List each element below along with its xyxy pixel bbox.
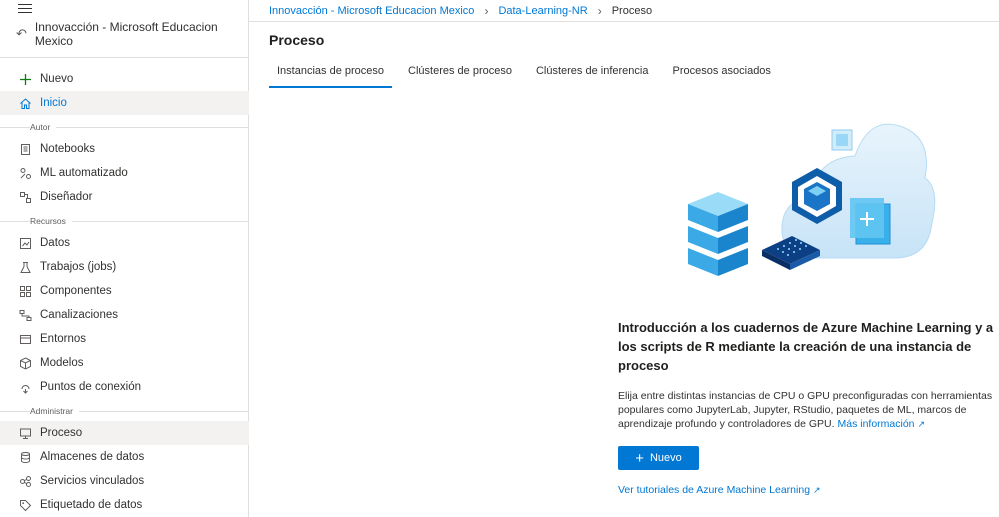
- empty-state-title: Introducción a los cuadernos de Azure Ma…: [618, 320, 994, 373]
- workspace-name: Innovacción - Microsoft Educacion Mexico: [34, 20, 218, 48]
- designer-icon: [18, 190, 32, 204]
- nav-datastores-label: Almacenes de datos: [40, 451, 145, 463]
- nav-endpoints-label: Puntos de conexión: [40, 381, 142, 393]
- tab-bar: Instancias de proceso Clústeres de proce…: [269, 58, 787, 88]
- nav-jobs[interactable]: Trabajos (jobs): [0, 255, 249, 279]
- breadcrumb: Innovacción - Microsoft Educacion Mexico…: [249, 0, 999, 22]
- nav-automl-label: ML automatizado: [40, 167, 128, 179]
- section-manage-label: Administrar: [30, 406, 79, 416]
- database-icon: [18, 450, 32, 464]
- external-link-icon: ↗: [813, 485, 821, 495]
- breadcrumb-current: Proceso: [611, 4, 653, 17]
- page-title: Proceso: [269, 32, 325, 48]
- tutorials-link[interactable]: Ver tutoriales de Azure Machine Learning…: [618, 484, 821, 496]
- nav-models-label: Modelos: [40, 357, 84, 369]
- more-info-link[interactable]: Más información: [837, 418, 914, 430]
- chevron-right-icon: ›: [597, 3, 602, 18]
- nav-compute-label: Proceso: [40, 427, 83, 439]
- notebook-icon: [18, 142, 32, 156]
- automl-icon: [18, 166, 32, 180]
- external-link-icon: ↗: [917, 419, 926, 429]
- nav-jobs-label: Trabajos (jobs): [40, 261, 117, 273]
- home-icon: [18, 96, 32, 110]
- tab-compute-instances[interactable]: Instancias de proceso: [269, 58, 393, 88]
- endpoint-icon: [18, 380, 32, 394]
- nav-components[interactable]: Componentes: [0, 279, 249, 303]
- tutorials-link-label: Ver tutoriales de Azure Machine Learning: [618, 484, 811, 496]
- nav-designer-label: Diseñador: [40, 191, 93, 203]
- environment-icon: [18, 332, 32, 346]
- back-arrow-icon: ↶: [16, 26, 27, 41]
- nav-models[interactable]: Modelos: [0, 351, 249, 375]
- label-icon: [18, 498, 32, 512]
- tab-attached-compute[interactable]: Procesos asociados: [664, 58, 778, 88]
- monitor-icon: [18, 426, 32, 440]
- empty-state-description-text: Elija entre distintas instancias de CPU …: [618, 390, 993, 430]
- nav-home-label: Inicio: [40, 97, 67, 109]
- nav-data-labeling-label: Etiquetado de datos: [40, 499, 143, 511]
- pipeline-icon: [18, 308, 32, 322]
- nav-linked-services-label: Servicios vinculados: [40, 475, 145, 487]
- section-author-label: Autor: [30, 122, 57, 132]
- nav-pipelines[interactable]: Canalizaciones: [0, 303, 249, 327]
- nav-linked-services[interactable]: Servicios vinculados: [0, 469, 249, 493]
- nav-data[interactable]: Datos: [0, 231, 249, 255]
- nav-notebooks-label: Notebooks: [40, 143, 95, 155]
- hamburger-menu-icon[interactable]: [18, 4, 32, 16]
- nav-datastores[interactable]: Almacenes de datos: [0, 445, 249, 469]
- nav-environments[interactable]: Entornos: [0, 327, 249, 351]
- nav-new[interactable]: Nuevo: [0, 67, 249, 91]
- nav-compute[interactable]: Proceso: [0, 421, 249, 445]
- left-nav: ↶ Innovacción - Microsoft Educacion Mexi…: [0, 0, 249, 517]
- nav-new-label: Nuevo: [40, 73, 74, 85]
- plus-icon: +: [635, 449, 644, 467]
- breadcrumb-resource[interactable]: Data-Learning-NR: [498, 5, 587, 17]
- data-icon: [18, 236, 32, 250]
- workspace-back-link[interactable]: ↶ Innovacción - Microsoft Educacion Mexi…: [16, 20, 248, 48]
- plus-icon: [18, 72, 32, 86]
- nav-home[interactable]: Inicio: [0, 91, 249, 115]
- nav-components-label: Componentes: [40, 285, 112, 297]
- chevron-right-icon: ›: [484, 3, 489, 18]
- compute-illustration: [688, 123, 936, 276]
- nav-data-labeling[interactable]: Etiquetado de datos: [0, 493, 249, 517]
- components-icon: [18, 284, 32, 298]
- new-compute-button[interactable]: + Nuevo: [618, 446, 699, 470]
- link-icon: [18, 474, 32, 488]
- flask-icon: [18, 260, 32, 274]
- nav-data-label: Datos: [40, 237, 71, 249]
- nav-automl[interactable]: ML automatizado: [0, 161, 249, 185]
- nav-notebooks[interactable]: Notebooks: [0, 137, 249, 161]
- section-resources-label: Recursos: [30, 216, 72, 226]
- tab-inference-clusters[interactable]: Clústeres de inferencia: [528, 58, 657, 88]
- empty-state-description: Elija entre distintas instancias de CPU …: [618, 389, 993, 431]
- new-compute-button-label: Nuevo: [649, 452, 682, 464]
- divider: [0, 57, 249, 58]
- nav-environments-label: Entornos: [40, 333, 87, 345]
- nav-designer[interactable]: Diseñador: [0, 185, 249, 209]
- cube-icon: [18, 356, 32, 370]
- nav-endpoints[interactable]: Puntos de conexión: [0, 375, 249, 399]
- tab-compute-clusters[interactable]: Clústeres de proceso: [400, 58, 520, 88]
- nav-pipelines-label: Canalizaciones: [40, 309, 118, 321]
- breadcrumb-workspace[interactable]: Innovacción - Microsoft Educacion Mexico: [269, 5, 474, 17]
